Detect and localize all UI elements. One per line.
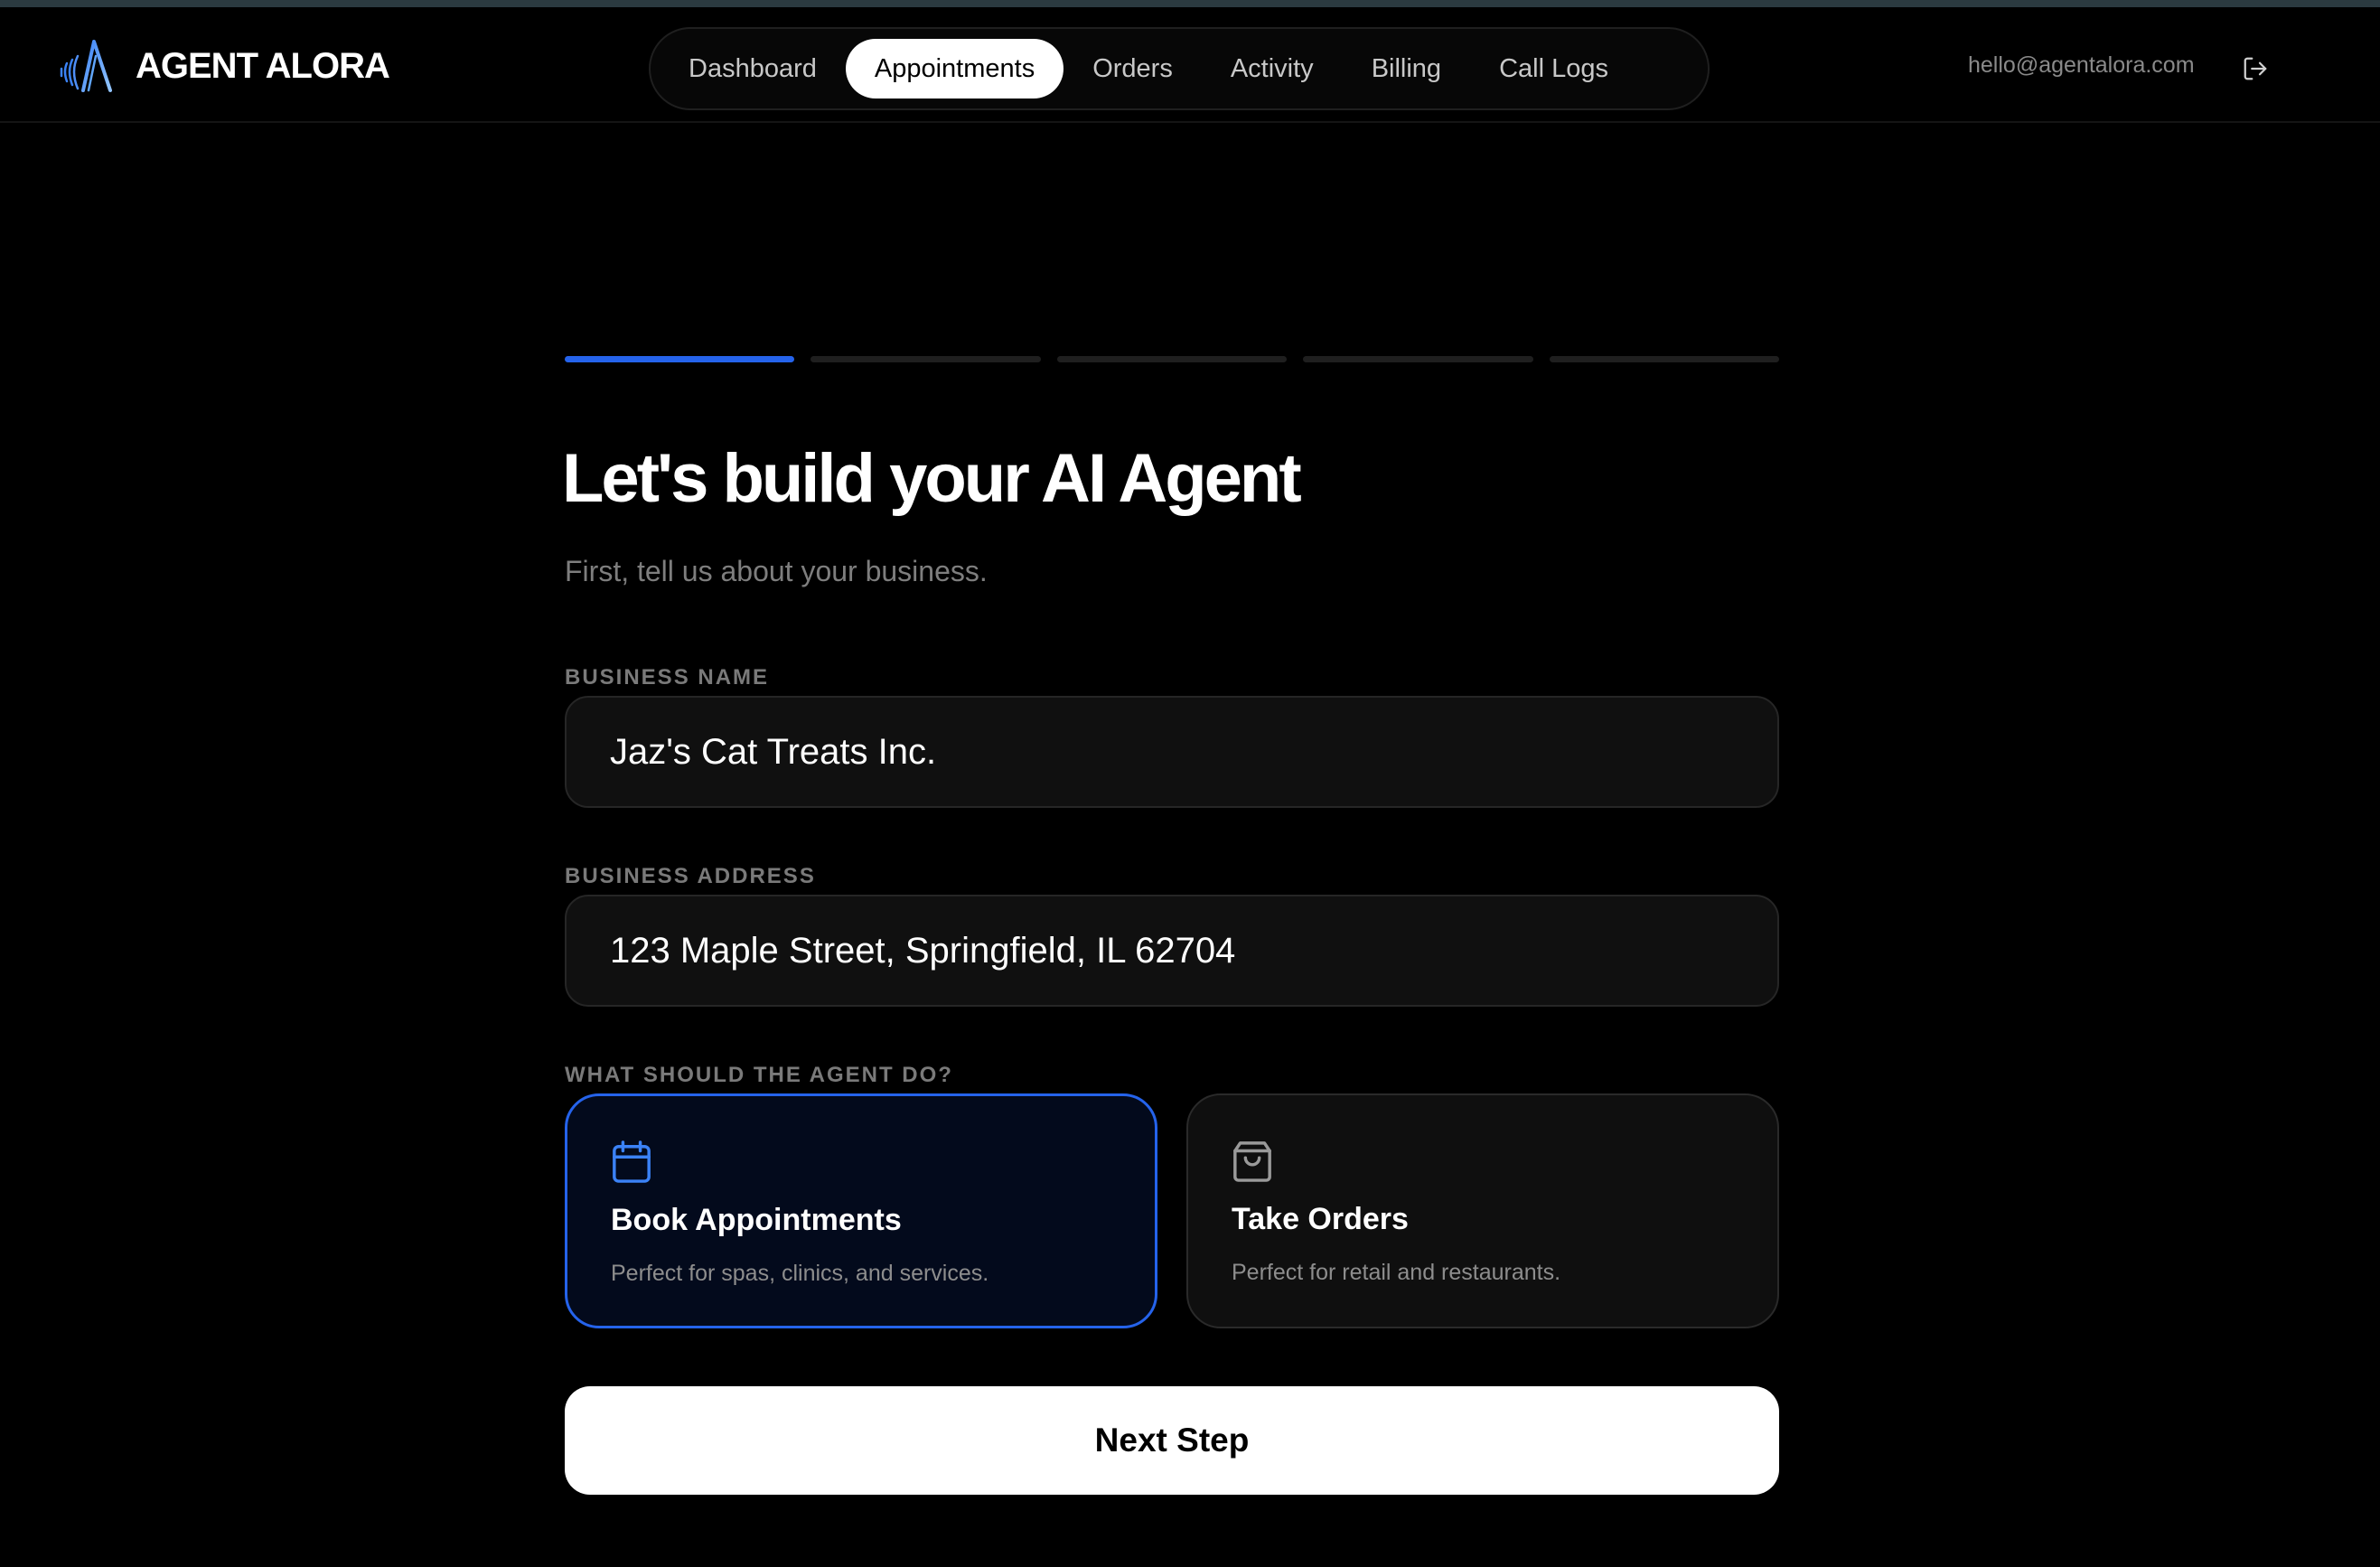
calendar-icon	[613, 1140, 651, 1183]
sound-wave-a-logo-icon	[60, 40, 112, 92]
business-name-field[interactable]	[565, 696, 1779, 808]
nav-item-appointments[interactable]: Appointments	[845, 39, 1064, 99]
next-step-button[interactable]: Next Step	[565, 1386, 1779, 1495]
option-book-appointments[interactable]: Book Appointments Perfect for spas, clin…	[565, 1093, 1157, 1328]
agent-task-label: WHAT SHOULD THE AGENT DO?	[565, 1063, 953, 1087]
progress-step-1	[565, 356, 795, 362]
nav-item-billing[interactable]: Billing	[1343, 39, 1470, 99]
progress-step-5	[1549, 356, 1780, 362]
nav-item-dashboard[interactable]: Dashboard	[660, 39, 846, 99]
nav-item-activity[interactable]: Activity	[1202, 39, 1343, 99]
business-address-label: BUSINESS ADDRESS	[565, 864, 816, 888]
nav-item-call-logs[interactable]: Call Logs	[1470, 39, 1637, 99]
shopping-bag-icon	[1233, 1141, 1271, 1182]
progress-step-4	[1303, 356, 1533, 362]
progress-step-2	[811, 356, 1041, 362]
progress-step-3	[1056, 356, 1288, 362]
window-top-strip	[0, 0, 2380, 7]
business-address-field[interactable]	[565, 895, 1779, 1007]
option-title: Book Appointments	[611, 1203, 902, 1237]
option-description: Perfect for retail and restaurants.	[1232, 1260, 1561, 1285]
main-nav: Dashboard Appointments Orders Activity B…	[649, 27, 1710, 110]
brand-name: AGENT ALORA	[136, 45, 390, 86]
business-name-label: BUSINESS NAME	[565, 665, 770, 690]
page-subtitle: First, tell us about your business.	[565, 555, 988, 587]
option-title: Take Orders	[1232, 1202, 1409, 1236]
page-title: Let's build your AI Agent	[562, 440, 1302, 517]
option-take-orders[interactable]: Take Orders Perfect for retail and resta…	[1186, 1093, 1779, 1328]
wizard-progress	[565, 356, 1780, 363]
user-email: hello@agentalora.com	[1968, 52, 2195, 78]
logout-icon	[2244, 57, 2267, 80]
brand[interactable]: AGENT ALORA	[58, 38, 390, 94]
top-header: AGENT ALORA Dashboard Appointments Order…	[0, 7, 2380, 123]
option-description: Perfect for spas, clinics, and services.	[611, 1261, 989, 1286]
nav-item-orders[interactable]: Orders	[1064, 39, 1202, 99]
logout-button[interactable]	[2239, 52, 2272, 85]
